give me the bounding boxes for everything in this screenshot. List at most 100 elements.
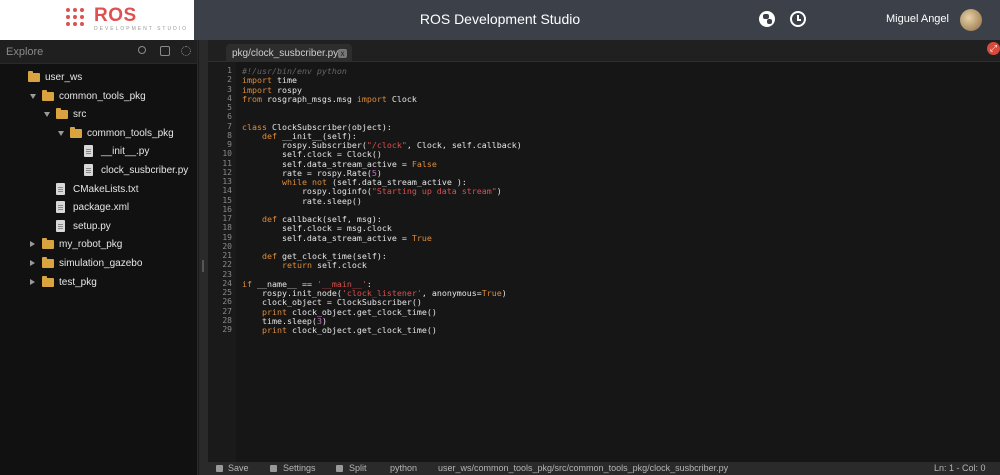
file-icon: [56, 201, 65, 214]
tree-item-label: common_tools_pkg: [59, 90, 146, 102]
line-number: 16: [222, 204, 232, 214]
language-mode[interactable]: python: [390, 463, 417, 473]
save-button[interactable]: Save: [228, 463, 249, 473]
save-icon: [216, 465, 223, 472]
user-name[interactable]: Miguel Angel: [886, 13, 949, 25]
line-number: 26: [222, 297, 232, 307]
line-number: 2: [227, 75, 232, 85]
tree-item[interactable]: my_robot_pkg: [0, 237, 198, 255]
split-icon: [336, 465, 343, 472]
tab-label: pkg/clock_susbcriber.py: [232, 48, 339, 59]
chevron-right-icon[interactable]: [30, 278, 35, 285]
tree-item-label: CMakeLists.txt: [73, 183, 139, 195]
explorer-sidebar: Explore user_ws common_tools_pkg src common…: [0, 40, 198, 475]
folder-icon: [56, 108, 68, 120]
folder-icon: [42, 89, 54, 101]
tree-item[interactable]: clock_susbcriber.py: [0, 163, 198, 181]
tree-item[interactable]: user_ws: [0, 70, 198, 88]
tree-item[interactable]: CMakeLists.txt: [0, 182, 198, 200]
tree-item-label: test_pkg: [59, 276, 97, 288]
line-number: 29: [222, 325, 232, 334]
code-area[interactable]: 1 #!/usr/bin/env python 2 import time 3 impor…: [222, 62, 998, 467]
split-button[interactable]: Split: [349, 463, 367, 473]
tree-item[interactable]: common_tools_pkg: [0, 126, 198, 144]
line-number: 23: [222, 269, 232, 279]
tree-item-label: __init__.py: [101, 146, 150, 158]
line-number: 19: [222, 232, 232, 242]
tree-item[interactable]: setup.py: [0, 219, 198, 237]
line-number: 4: [227, 93, 232, 103]
tree-item-label: common_tools_pkg: [87, 127, 174, 139]
folder-icon: [28, 71, 40, 82]
tree-item[interactable]: src: [0, 107, 198, 125]
chevron-right-icon[interactable]: [30, 241, 35, 248]
globe-icon[interactable]: [759, 11, 775, 27]
cursor-position: Ln: 1 - Col: 0: [934, 463, 986, 473]
line-number: 6: [227, 112, 232, 122]
line-number: 10: [222, 149, 232, 159]
tab-clock-susbcriber[interactable]: pkg/clock_susbcriber.py x: [226, 44, 352, 62]
explorer-title: Explore: [6, 46, 44, 58]
line-number: 15: [222, 195, 232, 205]
chevron-down-icon[interactable]: [44, 112, 50, 118]
tab-bar: pkg/clock_susbcriber.py x ⤢: [208, 40, 1000, 62]
line-number: 20: [222, 241, 232, 251]
tree-item[interactable]: __init__.py: [0, 144, 198, 162]
tree-item-label: clock_susbcriber.py: [101, 165, 189, 176]
logo-text: ROS: [94, 5, 137, 26]
close-icon[interactable]: x: [338, 49, 347, 58]
app-title: ROS Development Studio: [419, 11, 581, 27]
top-header: ROS DEVELOPMENT STUDIO ROS Development S…: [0, 0, 1000, 40]
logo-subtext: DEVELOPMENT STUDIO: [94, 26, 188, 32]
tree-item-label: setup.py: [73, 220, 111, 232]
line-number: 25: [222, 288, 232, 297]
chevron-down-icon[interactable]: [58, 130, 64, 136]
panel-splitter[interactable]: [199, 40, 208, 475]
line-number: 21: [222, 251, 232, 260]
tree-item-label: package.xml: [73, 202, 130, 214]
tree-item-label: user_ws: [45, 72, 83, 83]
folder-icon: [42, 275, 54, 287]
status-bar: Save Settings Split python user_ws/commo…: [208, 462, 1000, 475]
chevron-right-icon[interactable]: [30, 260, 35, 266]
chevron-down-icon[interactable]: [30, 93, 36, 99]
line-number: 22: [222, 260, 232, 270]
file-icon: [84, 145, 93, 158]
tree-item-label: simulation_gazebo: [59, 258, 143, 269]
code-line[interactable]: rate.sleep(): [242, 196, 362, 206]
line-number: 9: [227, 140, 232, 149]
tree-item-label: src: [73, 109, 87, 121]
line-number: 14: [222, 186, 232, 196]
tree-item-label: my_robot_pkg: [59, 239, 123, 251]
explorer-header: Explore: [0, 40, 197, 64]
tree-item[interactable]: package.xml: [0, 200, 198, 218]
folder-icon: [70, 126, 82, 138]
package-icon[interactable]: [160, 46, 170, 56]
folder-icon: [42, 238, 54, 250]
code-line[interactable]: print clock_object.get_clock_time(): [242, 325, 437, 335]
avatar[interactable]: [960, 9, 982, 31]
code-line[interactable]: from rosgraph_msgs.msg import Clock: [242, 94, 417, 104]
file-icon: [56, 182, 65, 195]
code-line[interactable]: return self.clock: [242, 260, 367, 270]
settings-button[interactable]: Settings: [283, 463, 316, 473]
tree-item[interactable]: test_pkg: [0, 275, 198, 293]
line-number: 18: [222, 223, 232, 233]
tree-item[interactable]: common_tools_pkg: [0, 89, 198, 107]
clock-icon[interactable]: [790, 11, 806, 27]
code-editor: pkg/clock_susbcriber.py x ⤢ 1 #!/usr/bin/…: [208, 40, 1000, 475]
line-number: 12: [222, 167, 232, 177]
line-number: 3: [227, 84, 232, 94]
fullscreen-icon[interactable]: ⤢: [987, 42, 1000, 55]
search-icon[interactable]: [138, 46, 146, 54]
line-number: 17: [222, 214, 232, 223]
line-number: 7: [227, 121, 232, 131]
file-path: user_ws/common_tools_pkg/src/common_tool…: [438, 463, 729, 473]
gear-icon[interactable]: [181, 46, 191, 56]
line-number: 13: [222, 177, 232, 186]
line-number: 5: [227, 103, 232, 112]
code-line[interactable]: self.data_stream_active = True: [242, 233, 432, 243]
line-number: 28: [222, 315, 232, 325]
tree-item[interactable]: simulation_gazebo: [0, 256, 198, 274]
logo[interactable]: ROS DEVELOPMENT STUDIO: [0, 0, 194, 40]
